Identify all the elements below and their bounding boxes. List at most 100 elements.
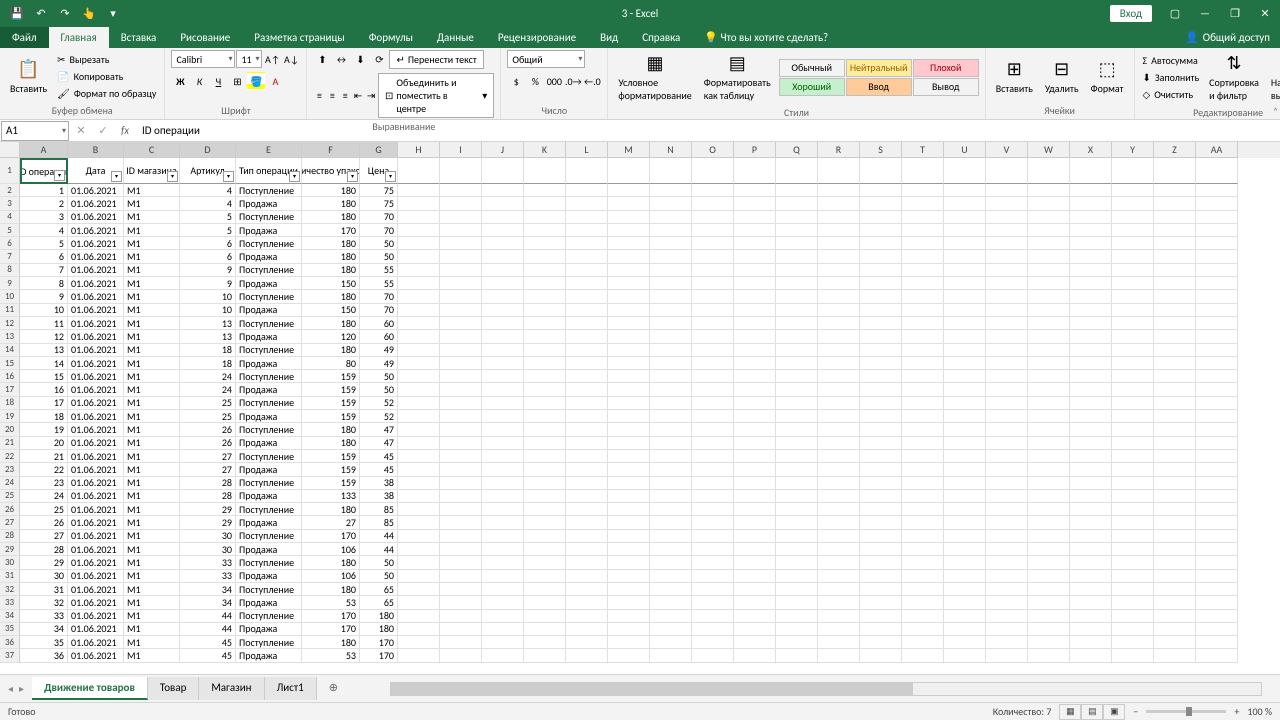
data-cell[interactable]: M1	[124, 250, 180, 263]
data-cell[interactable]	[776, 197, 818, 210]
data-cell[interactable]: 52	[360, 410, 398, 423]
row-header[interactable]: 29	[0, 543, 20, 556]
data-cell[interactable]	[986, 490, 1028, 503]
data-cell[interactable]	[1070, 317, 1112, 330]
data-cell[interactable]: M1	[124, 383, 180, 396]
data-cell[interactable]: M1	[124, 477, 180, 490]
style-normal[interactable]: Обычный	[779, 59, 845, 77]
data-cell[interactable]	[1028, 503, 1070, 516]
row-header[interactable]: 37	[0, 649, 20, 662]
table-header-cell[interactable]: ID операции▾	[20, 158, 68, 184]
data-cell[interactable]	[692, 516, 734, 529]
data-cell[interactable]	[818, 357, 860, 370]
data-cell[interactable]	[860, 184, 902, 197]
row-header[interactable]: 9	[0, 277, 20, 290]
data-cell[interactable]: 80	[302, 357, 360, 370]
table-header-cell[interactable]: Артикул▾	[180, 158, 236, 184]
data-cell[interactable]	[902, 330, 944, 343]
data-cell[interactable]	[440, 463, 482, 476]
horizontal-scrollbar[interactable]	[390, 682, 1262, 696]
data-cell[interactable]	[860, 610, 902, 623]
align-right-icon[interactable]: ≡	[339, 87, 351, 105]
data-cell[interactable]: 4	[180, 197, 236, 210]
data-cell[interactable]: 01.06.2021	[68, 423, 124, 436]
data-cell[interactable]	[1070, 237, 1112, 250]
data-cell[interactable]	[1070, 197, 1112, 210]
redo-icon[interactable]: ↷	[54, 2, 76, 24]
data-cell[interactable]	[1154, 264, 1196, 277]
data-cell[interactable]	[398, 530, 440, 543]
data-cell[interactable]	[692, 370, 734, 383]
data-cell[interactable]	[692, 596, 734, 609]
data-cell[interactable]	[482, 197, 524, 210]
data-cell[interactable]	[440, 344, 482, 357]
data-cell[interactable]	[776, 636, 818, 649]
data-cell[interactable]: 01.06.2021	[68, 304, 124, 317]
data-cell[interactable]	[566, 649, 608, 662]
data-cell[interactable]	[650, 290, 692, 303]
data-cell[interactable]	[902, 224, 944, 237]
row-header[interactable]: 15	[0, 357, 20, 370]
data-cell[interactable]	[1070, 211, 1112, 224]
data-cell[interactable]	[902, 357, 944, 370]
data-cell[interactable]	[902, 636, 944, 649]
data-cell[interactable]	[1112, 397, 1154, 410]
data-cell[interactable]	[818, 636, 860, 649]
data-cell[interactable]	[398, 516, 440, 529]
data-cell[interactable]: Продажа	[236, 357, 302, 370]
data-cell[interactable]	[1196, 610, 1238, 623]
data-cell[interactable]	[440, 264, 482, 277]
data-cell[interactable]: Поступление	[236, 610, 302, 623]
data-cell[interactable]	[524, 463, 566, 476]
data-cell[interactable]	[398, 477, 440, 490]
data-cell[interactable]: 180	[360, 623, 398, 636]
data-cell[interactable]	[566, 570, 608, 583]
data-cell[interactable]: M1	[124, 184, 180, 197]
data-cell[interactable]: 70	[360, 290, 398, 303]
data-cell[interactable]	[650, 543, 692, 556]
sort-filter-button[interactable]: ⇅Сортировка и фильтр	[1205, 50, 1263, 104]
data-cell[interactable]	[818, 290, 860, 303]
data-cell[interactable]	[1070, 383, 1112, 396]
row-header[interactable]: 26	[0, 503, 20, 516]
format-painter-button[interactable]: 🖌 Формат по образцу	[55, 86, 158, 101]
data-cell[interactable]: 55	[360, 277, 398, 290]
data-cell[interactable]: M1	[124, 397, 180, 410]
table-header-cell[interactable]	[734, 158, 776, 184]
data-cell[interactable]	[398, 224, 440, 237]
cancel-formula-icon[interactable]: ✕	[70, 121, 92, 141]
data-cell[interactable]	[860, 370, 902, 383]
data-cell[interactable]	[986, 383, 1028, 396]
data-cell[interactable]	[1112, 596, 1154, 609]
data-cell[interactable]	[566, 530, 608, 543]
filter-icon[interactable]: ▾	[167, 171, 178, 182]
row-header[interactable]: 2	[0, 184, 20, 197]
data-cell[interactable]: 01.06.2021	[68, 224, 124, 237]
data-cell[interactable]	[566, 290, 608, 303]
data-cell[interactable]	[1112, 237, 1154, 250]
data-cell[interactable]: 44	[180, 623, 236, 636]
data-cell[interactable]	[482, 636, 524, 649]
row-header[interactable]: 16	[0, 370, 20, 383]
data-cell[interactable]	[1196, 277, 1238, 290]
merge-center-button[interactable]: ⊡ Объединить и поместить в центре ▾	[378, 73, 494, 118]
fill-button[interactable]: ⬇ Заполнить	[1141, 70, 1202, 85]
data-cell[interactable]	[944, 450, 986, 463]
data-cell[interactable]: 10	[20, 304, 68, 317]
data-cell[interactable]	[734, 516, 776, 529]
data-cell[interactable]	[776, 344, 818, 357]
data-cell[interactable]	[1070, 649, 1112, 662]
data-cell[interactable]	[608, 636, 650, 649]
data-cell[interactable]	[1196, 530, 1238, 543]
column-header[interactable]: S	[860, 142, 902, 158]
data-cell[interactable]	[692, 224, 734, 237]
data-cell[interactable]	[944, 503, 986, 516]
data-cell[interactable]: 18	[180, 357, 236, 370]
data-cell[interactable]	[1028, 330, 1070, 343]
data-cell[interactable]	[734, 370, 776, 383]
data-cell[interactable]	[1028, 250, 1070, 263]
percent-icon[interactable]: %	[526, 72, 544, 90]
currency-icon[interactable]: $	[507, 72, 525, 90]
data-cell[interactable]	[1196, 211, 1238, 224]
data-cell[interactable]	[902, 649, 944, 662]
